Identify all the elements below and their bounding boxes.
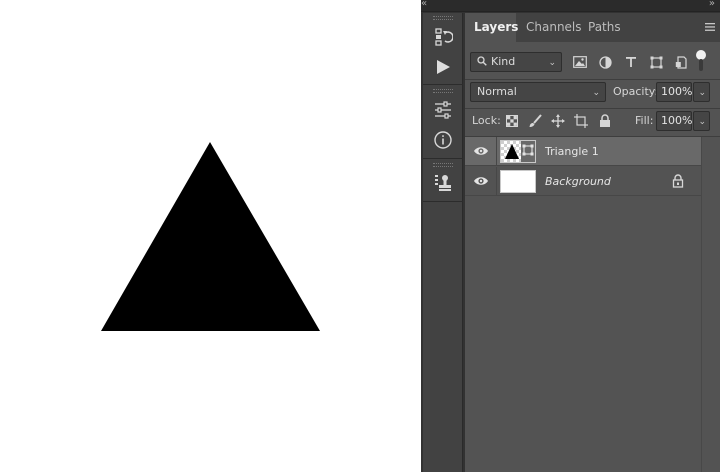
layer-list: Triangle 1 Background <box>465 137 720 472</box>
info-icon[interactable] <box>431 128 455 152</box>
panel-tab-bar: Layers Channels Paths <box>465 13 720 42</box>
filter-kind-select[interactable]: Kind ⌄ <box>470 52 562 72</box>
tab-layers[interactable]: Layers <box>465 13 518 42</box>
layer-row-background[interactable]: Background <box>465 167 701 196</box>
filter-kind-label: Kind <box>491 55 516 68</box>
layer-thumbnail <box>500 170 536 193</box>
document-canvas[interactable] <box>0 0 421 472</box>
filter-toggle-icon[interactable] <box>695 49 707 75</box>
fill-label: Fill: <box>635 114 654 127</box>
adjustments-icon[interactable] <box>431 98 455 122</box>
tab-paths[interactable]: Paths <box>579 13 630 42</box>
group-grip[interactable] <box>433 163 453 167</box>
chevron-down-icon: ⌄ <box>698 117 706 127</box>
lock-artboard-icon[interactable] <box>572 112 590 130</box>
canvas-artwork <box>101 142 320 331</box>
lock-transparent-pixels-icon[interactable] <box>503 112 521 130</box>
layer-thumbnail <box>500 140 536 163</box>
layer-name[interactable]: Background <box>545 167 611 196</box>
play-actions-icon[interactable] <box>431 55 455 79</box>
fill-dropdown[interactable]: ⌄ <box>693 111 710 131</box>
clone-source-icon[interactable] <box>431 171 455 195</box>
triangle-shape[interactable] <box>101 142 320 331</box>
chevron-down-icon: ⌄ <box>698 88 706 98</box>
chevron-down-icon: ⌄ <box>548 58 556 68</box>
layer-row-triangle-1[interactable]: Triangle 1 <box>465 137 701 166</box>
adjustment-filter-icon[interactable] <box>596 53 614 71</box>
search-icon <box>477 54 487 66</box>
dock-collapse-bar: « » <box>421 0 720 12</box>
image-filter-icon[interactable] <box>571 53 589 71</box>
shape-filter-icon[interactable] <box>647 53 665 71</box>
lock-label: Lock: <box>472 114 501 127</box>
panel-menu-icon[interactable] <box>704 21 716 33</box>
opacity-label: Opacity: <box>613 85 659 98</box>
lock-image-pixels-icon[interactable] <box>526 112 544 130</box>
lock-all-icon[interactable] <box>596 112 614 130</box>
type-filter-icon[interactable] <box>622 53 640 71</box>
blend-mode-select[interactable]: Normal ⌄ <box>470 82 606 102</box>
chevron-down-icon: ⌄ <box>592 88 600 98</box>
opacity-dropdown[interactable]: ⌄ <box>693 82 710 102</box>
layer-list-scrollbar[interactable] <box>701 137 720 472</box>
layers-panel: Layers Channels Paths Kind ⌄ Normal ⌄ Op… <box>465 13 720 472</box>
layer-lock-icon[interactable] <box>672 174 686 189</box>
history-icon[interactable] <box>431 25 455 49</box>
fill-input[interactable]: 100% <box>656 111 692 131</box>
group-grip[interactable] <box>433 89 453 93</box>
panel-dock: « » Layers Channels Paths Kind ⌄ Normal … <box>421 0 720 472</box>
collapse-left-icon[interactable]: « <box>421 0 427 9</box>
layer-name[interactable]: Triangle 1 <box>545 137 599 166</box>
panel-icons-column <box>423 13 463 472</box>
visibility-eye-icon[interactable] <box>473 144 489 158</box>
collapse-right-icon[interactable]: » <box>709 0 715 9</box>
opacity-input[interactable]: 100% <box>656 82 692 102</box>
smart-object-filter-icon[interactable] <box>672 53 690 71</box>
lock-position-icon[interactable] <box>549 112 567 130</box>
visibility-eye-icon[interactable] <box>473 174 489 188</box>
blend-mode-value: Normal <box>477 85 517 98</box>
group-grip[interactable] <box>433 16 453 20</box>
